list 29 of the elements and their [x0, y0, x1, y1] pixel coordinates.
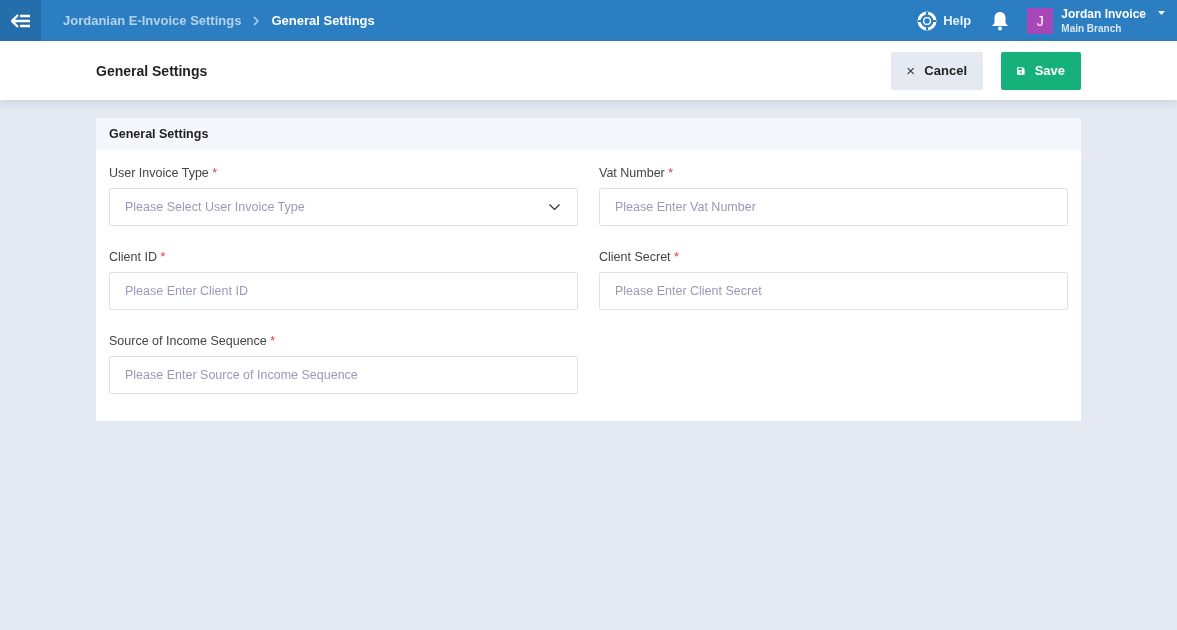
back-button[interactable]: [0, 0, 41, 41]
branch-name: Main Branch: [1061, 23, 1123, 34]
breadcrumb-link[interactable]: Jordanian E-Invoice Settings: [63, 13, 242, 28]
chevron-right-icon: [253, 15, 260, 26]
chevron-down-icon: [549, 204, 560, 210]
breadcrumb-current[interactable]: General Settings: [271, 13, 375, 28]
card-title: General Settings: [96, 118, 1081, 150]
bell-icon[interactable]: [991, 10, 1010, 31]
input-field[interactable]: Please Enter Client ID: [109, 272, 578, 310]
lifebuoy-icon: [917, 10, 938, 31]
input-field[interactable]: Please Enter Vat Number: [599, 188, 1068, 226]
field-label: Client ID *: [109, 250, 167, 264]
user-name: Jordan Invoice: [1061, 7, 1146, 21]
input-field[interactable]: Please Enter Client Secret: [599, 272, 1068, 310]
field-label: User Invoice Type *: [109, 166, 219, 180]
select-field[interactable]: Please Select User Invoice Type: [109, 188, 578, 226]
field-label: Source of Income Sequence *: [109, 334, 277, 348]
help-link[interactable]: Help: [917, 10, 972, 31]
input-field[interactable]: Please Enter Source of Income Sequence: [109, 356, 578, 394]
caret-icon: [1158, 11, 1165, 15]
cancel-button[interactable]: Cancel: [891, 51, 983, 90]
page-title: General Settings: [96, 62, 209, 79]
close-icon: [907, 65, 915, 76]
user-menu[interactable]: J Jordan Invoice Main Branch: [1027, 7, 1165, 34]
field-label: Vat Number *: [599, 166, 675, 180]
field-label: Client Secret *: [599, 250, 680, 264]
user-avatar: J: [1027, 7, 1054, 34]
save-button[interactable]: Save: [1001, 51, 1081, 90]
collapse-menu-icon: [10, 13, 31, 28]
